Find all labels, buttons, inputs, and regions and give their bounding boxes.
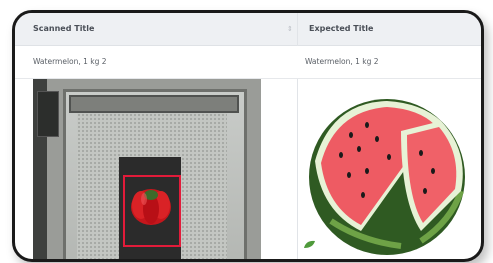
watermelon-image (309, 99, 465, 255)
table-row: Watermelon, 1 kg 2 Watermelon, 1 kg 2 (15, 46, 481, 79)
comparison-table: Scanned Title ⇕ Expected Title Watermelo… (15, 13, 481, 259)
column-header-scanned-title[interactable]: Scanned Title (33, 13, 94, 45)
leaf-icon (304, 240, 315, 248)
detection-bounding-box (123, 175, 181, 247)
comparison-card: Scanned Title ⇕ Expected Title Watermelo… (12, 10, 484, 262)
column-header-expected-title[interactable]: Expected Title (309, 13, 373, 45)
photo-panel (37, 91, 59, 137)
scale-tray-bar (69, 95, 239, 113)
table-header-row: Scanned Title ⇕ Expected Title (15, 13, 481, 46)
expected-title-cell: Watermelon, 1 kg 2 (305, 57, 379, 66)
scanned-product-photo (33, 79, 261, 259)
sort-icon[interactable]: ⇕ (287, 24, 293, 34)
scanned-title-cell: Watermelon, 1 kg 2 (33, 57, 107, 66)
